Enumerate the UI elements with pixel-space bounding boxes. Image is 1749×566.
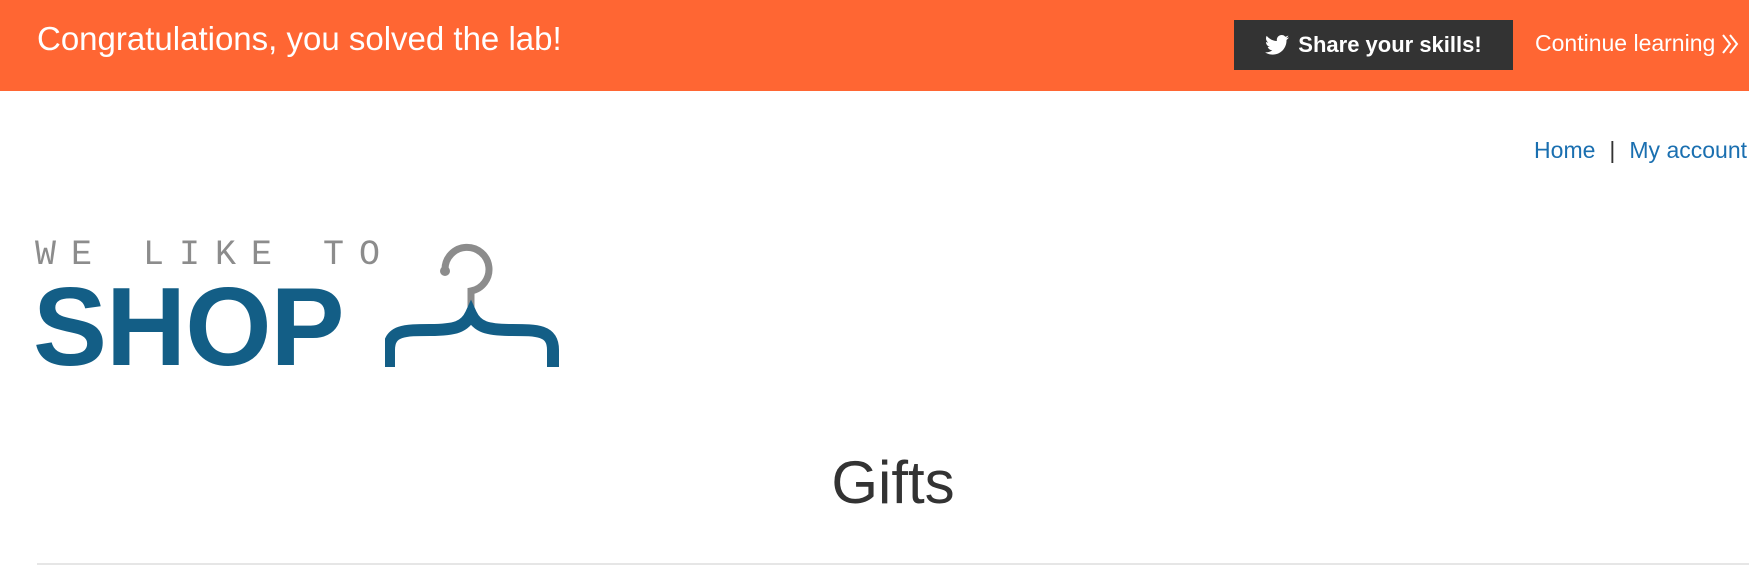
continue-learning-link[interactable]: Continue learning: [1535, 32, 1739, 55]
banner-title: Congratulations, you solved the lab!: [37, 20, 562, 57]
shop-logo[interactable]: WE LIKE TO SHOP: [33, 238, 565, 383]
hanger-icon: [385, 243, 559, 367]
nav-separator: |: [1609, 137, 1616, 163]
share-skills-button[interactable]: Share your skills!: [1234, 20, 1513, 70]
logo-wordmark: SHOP: [33, 265, 345, 389]
divider: [37, 563, 1749, 565]
twitter-icon: [1265, 35, 1290, 55]
nav-home-link[interactable]: Home: [1534, 137, 1595, 163]
share-skills-label: Share your skills!: [1298, 32, 1482, 57]
page-title: Gifts: [831, 449, 955, 516]
double-chevron-right-icon: [1721, 33, 1739, 55]
continue-learning-label: Continue learning: [1535, 30, 1716, 56]
nav-my-account-link[interactable]: My account: [1629, 137, 1747, 163]
lab-solved-banner: Congratulations, you solved the lab! Sha…: [0, 0, 1749, 91]
top-navigation: Home | My account: [1534, 139, 1749, 162]
